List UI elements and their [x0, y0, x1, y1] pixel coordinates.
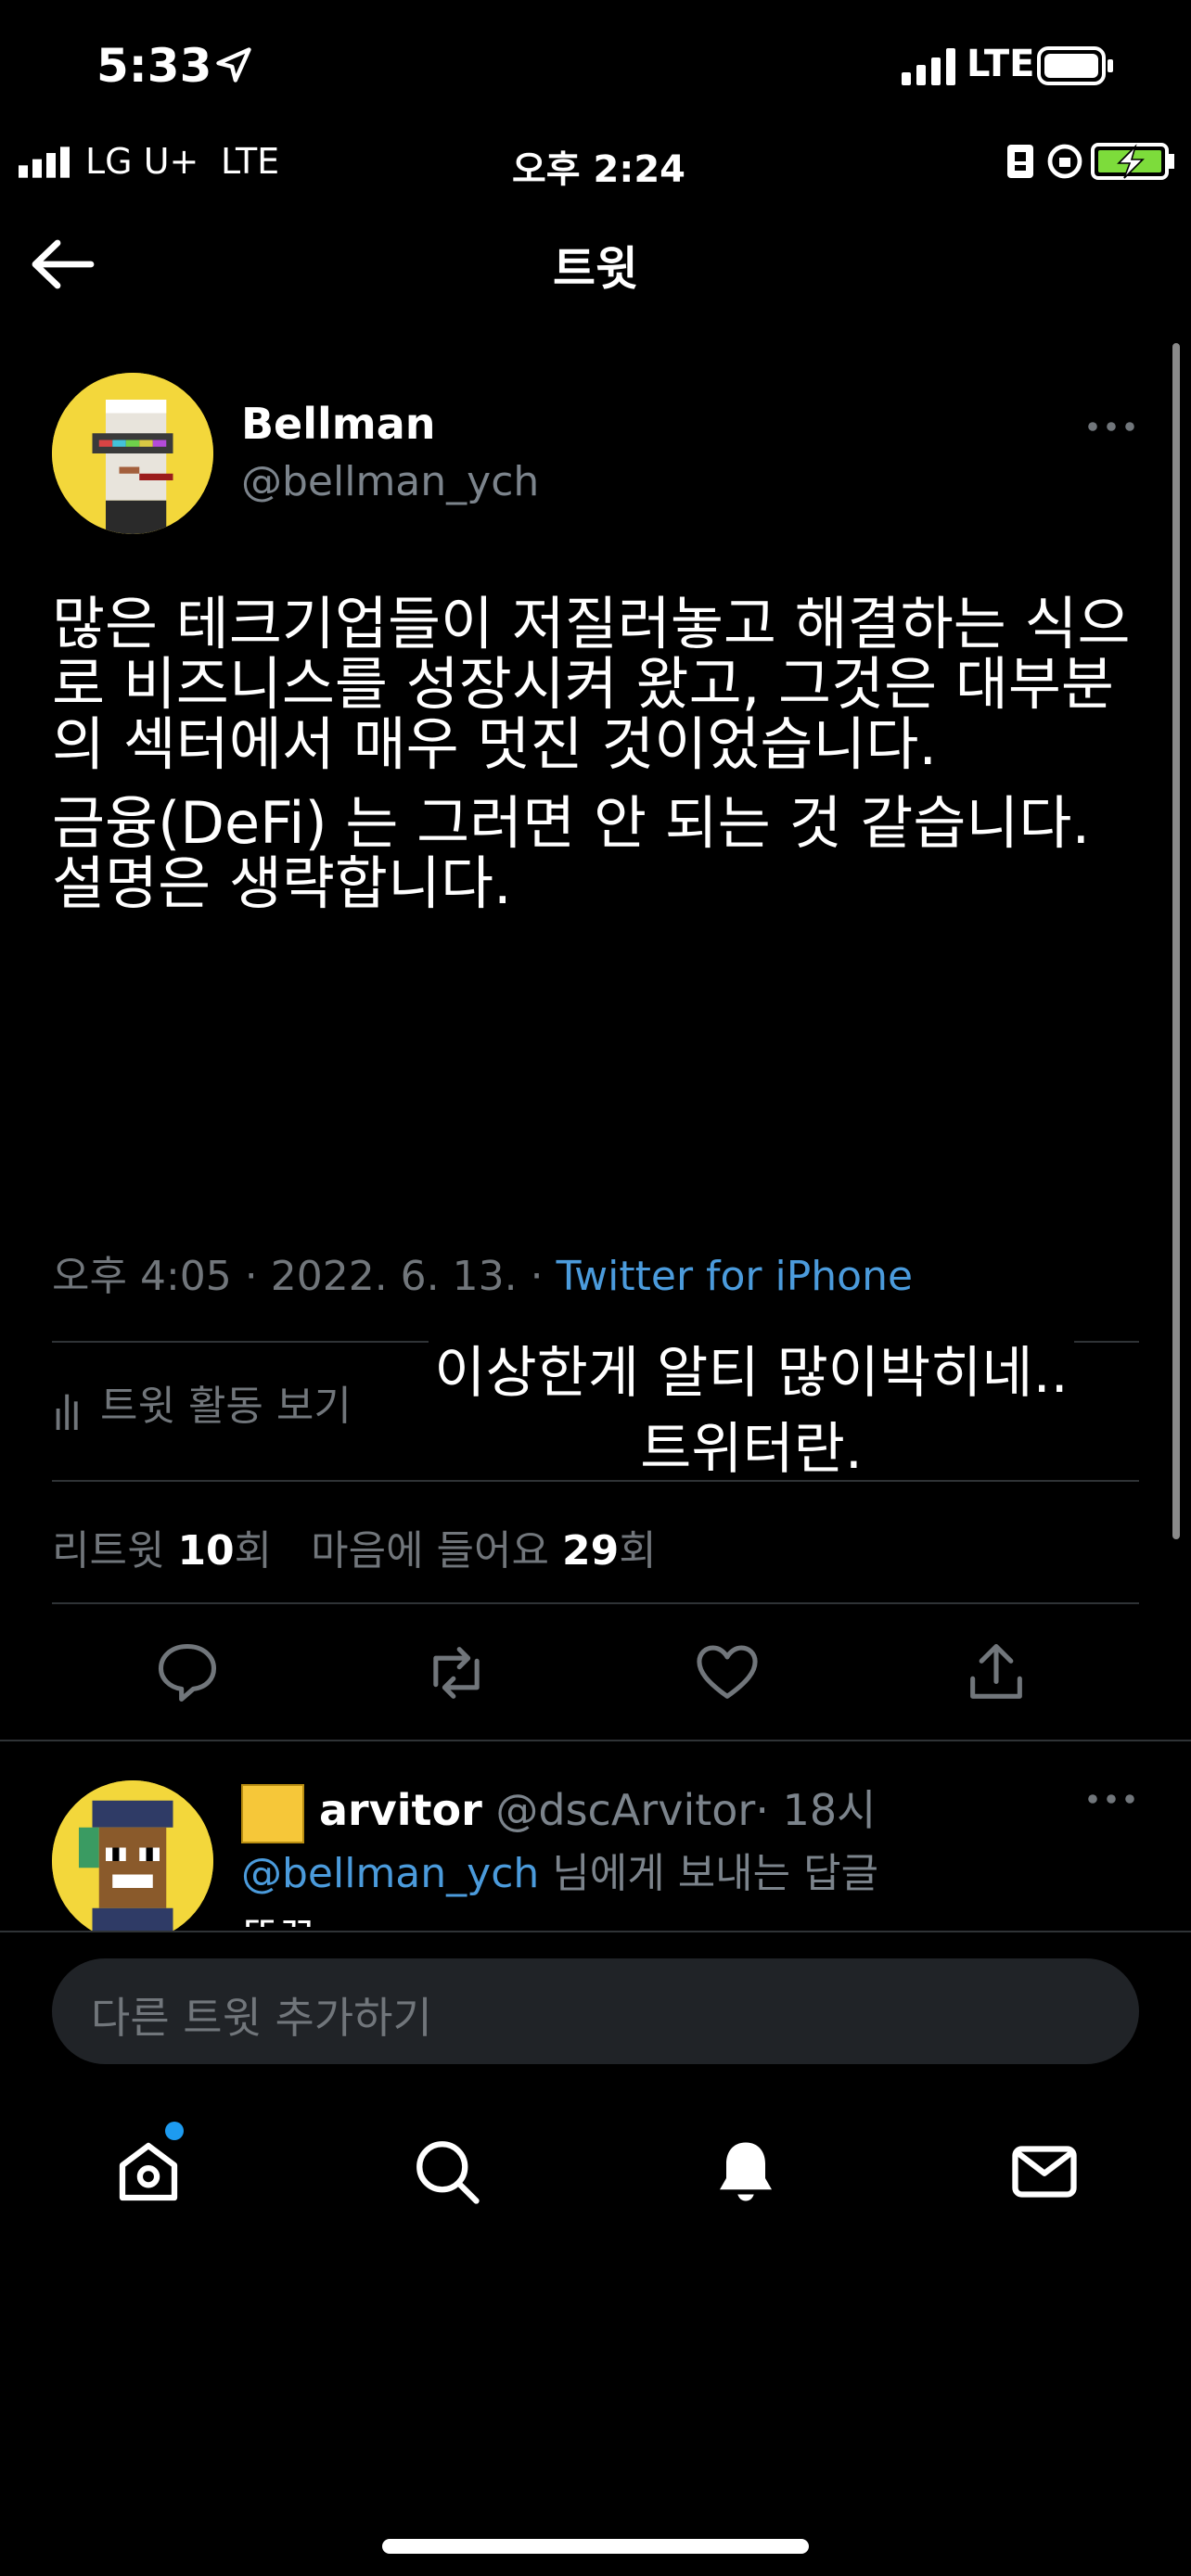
search-icon[interactable]	[408, 2133, 486, 2211]
overlay-caption: 이상한게 알티 많이박히네.. 트위터란.	[352, 1335, 1150, 1487]
carrier-label: LG U+	[85, 141, 199, 182]
home-icon[interactable]	[109, 2133, 187, 2211]
tweet-paragraph: 많은 테크기업들이 저질러놓고 해결하는 식으로 비즈니스를 성장시켜 왔고, …	[52, 590, 1131, 778]
reply-author-name[interactable]: arvitor	[319, 1785, 482, 1835]
like-icon[interactable]	[692, 1638, 762, 1708]
replying-to-suffix: 님에게 보내는 답글	[539, 1850, 879, 1897]
notification-dot	[165, 2122, 184, 2140]
page-title: 트윗	[553, 242, 638, 296]
analytics-icon	[56, 1394, 78, 1430]
retweet-count: 10	[177, 1527, 235, 1575]
more-options-icon[interactable]	[1085, 408, 1137, 445]
tweet-text: 많은 테크기업들이 저질러놓고 해결하는 식으로 비즈니스를 성장시켜 왔고, …	[52, 593, 1146, 932]
status-icons	[1007, 143, 1174, 180]
home-indicator[interactable]	[382, 2539, 809, 2554]
tweet-source-link[interactable]: Twitter for iPhone	[557, 1253, 913, 1300]
android-network-label: LTE	[221, 141, 280, 182]
android-status-time: 오후 2:24	[512, 148, 686, 191]
tweet-activity-label: 트윗 활동 보기	[100, 1383, 352, 1430]
author-handle[interactable]: @bellman_ych	[241, 458, 539, 505]
divider	[52, 1602, 1139, 1604]
ios-network-label: LTE	[967, 43, 1035, 85]
divider	[0, 1740, 1191, 1741]
tweet-stats: 리트윗 10회 마음에 들어요 29회	[52, 1517, 657, 1576]
like-unit: 회	[619, 1527, 657, 1575]
like-stat[interactable]: 마음에 들어요 29회	[311, 1527, 657, 1575]
location-arrow-icon	[216, 47, 251, 83]
ios-status-time: 5:33	[96, 39, 212, 93]
battery-charging-icon	[1091, 143, 1174, 180]
rotation-lock-icon	[1047, 144, 1082, 179]
retweet-icon[interactable]	[421, 1638, 492, 1708]
pixel-avatar-image	[52, 1780, 213, 1942]
overlay-caption-line: 이상한게 알티 많이박히네..	[429, 1341, 1074, 1406]
notifications-icon[interactable]	[707, 2133, 785, 2211]
retweet-label: 리트윗	[52, 1527, 178, 1575]
tweet-paragraph: 금융(DeFi) 는 그러면 안 되는 것 같습니다. 설명은 생략합니다.	[52, 789, 1091, 917]
replying-to-line: @bellman_ych 님에게 보내는 답글	[241, 1840, 878, 1899]
retweet-unit: 회	[234, 1527, 273, 1575]
more-options-icon[interactable]	[1085, 1780, 1137, 1817]
cellular-signal-icon	[902, 48, 955, 85]
divider	[52, 1480, 1139, 1482]
pixel-avatar-image	[52, 373, 213, 534]
like-count: 29	[561, 1527, 620, 1575]
reply-icon[interactable]	[152, 1638, 223, 1708]
tweet-time: 오후 4:05 · 2022. 6. 13. ·	[52, 1253, 557, 1300]
share-icon[interactable]	[961, 1638, 1031, 1708]
tweet-activity-link[interactable]: 트윗 활동 보기	[52, 1372, 352, 1432]
reply-avatar[interactable]	[52, 1780, 213, 1942]
retweet-stat[interactable]: 리트윗 10회	[52, 1527, 272, 1575]
scrollbar[interactable]	[1172, 343, 1180, 1539]
overlay-caption-line: 트위터란.	[634, 1417, 868, 1482]
sim-icon	[1007, 145, 1033, 178]
battery-icon	[1037, 46, 1113, 85]
yellow-square-badge-icon	[241, 1783, 304, 1843]
reply-author-line: arvitor @dscArvitor· 18시	[241, 1777, 876, 1843]
author-name[interactable]: Bellman	[241, 399, 436, 449]
reply-author-handle[interactable]: @dscArvitor	[495, 1785, 755, 1835]
messages-icon[interactable]	[1005, 2133, 1083, 2211]
reply-time: · 18시	[755, 1785, 877, 1835]
reply-text: 또끄	[241, 1903, 316, 1927]
signal-strength-icon	[19, 147, 70, 178]
mention-link[interactable]: @bellman_ych	[241, 1850, 539, 1897]
compose-placeholder: 다른 트윗 추가하기	[91, 1993, 432, 2043]
avatar[interactable]	[52, 373, 213, 534]
tweet-timestamp: 오후 4:05 · 2022. 6. 13. · Twitter for iPh…	[52, 1243, 913, 1302]
like-label: 마음에 들어요	[311, 1527, 562, 1575]
